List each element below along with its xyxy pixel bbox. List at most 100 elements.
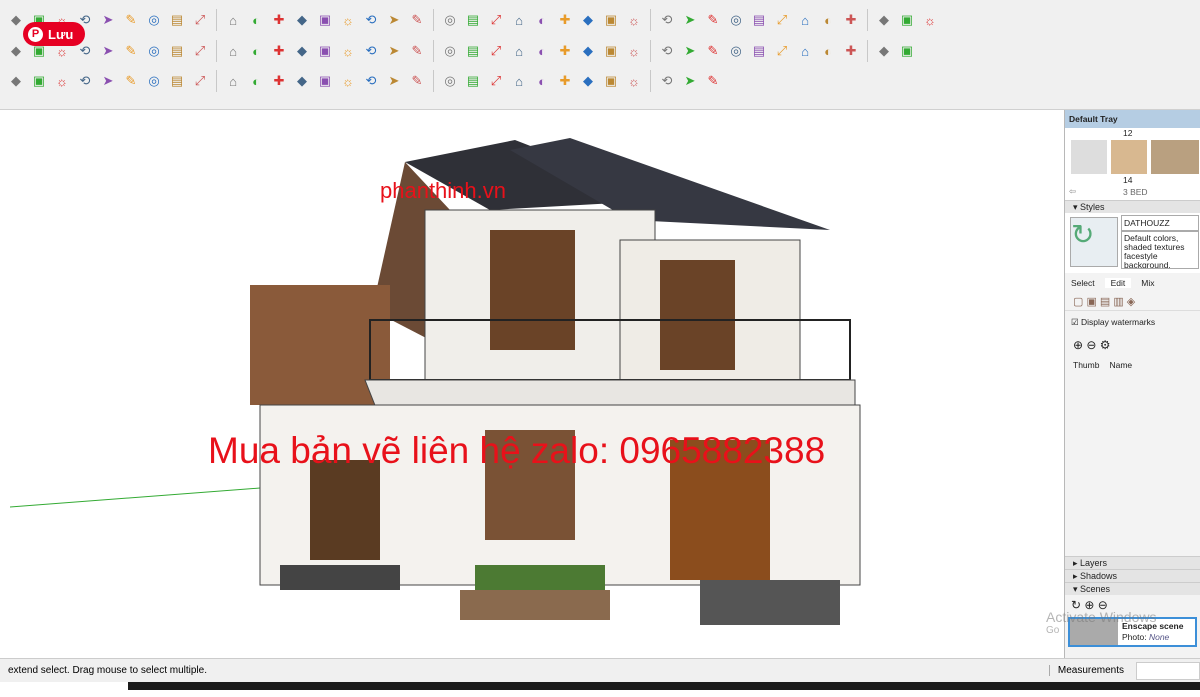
- circle-icon[interactable]: ◐: [246, 10, 266, 30]
- look-around-icon[interactable]: ✚: [555, 10, 575, 30]
- photo-icon[interactable]: ◆: [874, 41, 894, 61]
- sandbox-add-detail-icon[interactable]: ➤: [680, 10, 700, 30]
- scale-icon[interactable]: ◐: [532, 41, 552, 61]
- follow-me-icon[interactable]: ⌂: [509, 41, 529, 61]
- mail-icon[interactable]: ➤: [680, 71, 700, 91]
- tape-icon[interactable]: ◎: [144, 71, 164, 91]
- components-icon[interactable]: ⌂: [795, 10, 815, 30]
- upload-icon[interactable]: ✚: [841, 41, 861, 61]
- protractor-icon[interactable]: ➤: [384, 10, 404, 30]
- text-icon[interactable]: ▣: [315, 10, 335, 30]
- sandbox-drape-icon[interactable]: ⟲: [657, 10, 677, 30]
- tab-edit[interactable]: Edit: [1104, 278, 1132, 288]
- display-watermarks-checkbox[interactable]: ☑ Display watermarks: [1065, 310, 1200, 334]
- landscape-icon[interactable]: ◆: [578, 71, 598, 91]
- orbit-icon[interactable]: ▣: [601, 41, 621, 61]
- pinterest-save-button[interactable]: P Lưu: [23, 22, 85, 46]
- fog-icon[interactable]: ▣: [897, 10, 917, 30]
- scale-icon[interactable]: ✎: [121, 71, 141, 91]
- select-icon[interactable]: ◆: [6, 41, 26, 61]
- materials-icon[interactable]: ◐: [818, 10, 838, 30]
- erase-icon[interactable]: ▤: [749, 41, 769, 61]
- sync-icon[interactable]: ⤢: [486, 71, 506, 91]
- zoom-extents-icon[interactable]: ◆: [292, 71, 312, 91]
- measurements-input[interactable]: [1136, 661, 1200, 680]
- rotate-icon[interactable]: ⤢: [486, 41, 506, 61]
- layout-icon[interactable]: ◎: [440, 71, 460, 91]
- section-icon[interactable]: ✎: [407, 10, 427, 30]
- circle-icon[interactable]: ▣: [315, 41, 335, 61]
- import-icon[interactable]: ➤: [384, 71, 404, 91]
- arc-icon[interactable]: ◐: [246, 41, 266, 61]
- axes-icon[interactable]: ☼: [338, 10, 358, 30]
- paint-icon[interactable]: ⤢: [190, 71, 210, 91]
- position-camera-icon[interactable]: ◆: [578, 10, 598, 30]
- component-thumb[interactable]: [1151, 140, 1199, 174]
- curve-icon[interactable]: ➤: [384, 41, 404, 61]
- edit-settings-icons[interactable]: ▢ ▣ ▤ ▥ ◈: [1065, 293, 1200, 310]
- back-arrow-icon[interactable]: ⇦: [1069, 186, 1076, 197]
- walk-icon[interactable]: ◐: [532, 10, 552, 30]
- share-icon[interactable]: ◐: [818, 41, 838, 61]
- orbit-icon[interactable]: ◎: [440, 10, 460, 30]
- add-icon[interactable]: ◐: [532, 71, 552, 91]
- render-icon[interactable]: ⟲: [361, 71, 381, 91]
- zoom-icon[interactable]: ✚: [269, 71, 289, 91]
- line-icon[interactable]: ⤢: [190, 10, 210, 30]
- sandbox-stamp-icon[interactable]: ☼: [624, 10, 644, 30]
- shape-icon[interactable]: ◆: [292, 41, 312, 61]
- settings-icon[interactable]: ⟲: [657, 71, 677, 91]
- grid-icon[interactable]: ◎: [726, 10, 746, 30]
- 3d-viewport[interactable]: phanthinh.vn Mua bản vẽ liên hệ zalo: 09…: [10, 110, 1064, 658]
- tape-icon[interactable]: ◆: [292, 10, 312, 30]
- warehouse-icon[interactable]: ⤢: [772, 41, 792, 61]
- offset-icon[interactable]: ✎: [407, 41, 427, 61]
- extension-icon[interactable]: ⌂: [795, 41, 815, 61]
- style-refresh-icon[interactable]: ↻: [1070, 217, 1118, 267]
- pencil-icon[interactable]: ⌂: [223, 41, 243, 61]
- pan-icon[interactable]: ☼: [624, 41, 644, 61]
- orbit-icon[interactable]: ⌂: [223, 71, 243, 91]
- dropdown-icon[interactable]: ◆: [6, 71, 26, 91]
- info-icon[interactable]: ✎: [703, 71, 723, 91]
- tree-icon[interactable]: ✚: [555, 71, 575, 91]
- sandbox-smoove-icon[interactable]: ▣: [601, 10, 621, 30]
- axes-icon[interactable]: ▤: [167, 41, 187, 61]
- pan-icon[interactable]: ▤: [463, 10, 483, 30]
- component-icon[interactable]: ✎: [703, 41, 723, 61]
- watermark-controls[interactable]: ⊕ ⊖ ⚙: [1065, 334, 1200, 356]
- polygon-icon[interactable]: ☼: [338, 41, 358, 61]
- text-icon[interactable]: ◎: [144, 41, 164, 61]
- cloud-icon[interactable]: ☼: [624, 71, 644, 91]
- zoom-extents-icon[interactable]: ◆: [578, 41, 598, 61]
- move-icon[interactable]: ◎: [440, 41, 460, 61]
- tab-mix[interactable]: Mix: [1141, 278, 1154, 288]
- shadows-icon[interactable]: ◆: [874, 10, 894, 30]
- pie-icon[interactable]: ⟲: [361, 41, 381, 61]
- styles-header[interactable]: ▾ Styles: [1065, 200, 1200, 213]
- zoom-icon[interactable]: ✚: [555, 41, 575, 61]
- zoom-icon[interactable]: ⤢: [486, 10, 506, 30]
- rotated-rect-icon[interactable]: ◆: [6, 10, 26, 30]
- text-icon[interactable]: ▤: [167, 71, 187, 91]
- rotate-icon[interactable]: ➤: [98, 71, 118, 91]
- explode-icon[interactable]: ⟲: [75, 71, 95, 91]
- zoom-window-icon[interactable]: ⌂: [509, 10, 529, 30]
- component-thumb[interactable]: [1071, 140, 1107, 174]
- 3d-text-icon[interactable]: ⤢: [190, 41, 210, 61]
- terrain-icon[interactable]: ▣: [897, 41, 917, 61]
- component-thumb[interactable]: [1111, 140, 1147, 174]
- from-scratch-icon[interactable]: ⤢: [772, 10, 792, 30]
- scenes-header[interactable]: ▾ Scenes: [1065, 582, 1200, 595]
- enscape-start-icon[interactable]: ▤: [463, 71, 483, 91]
- paint-bucket-icon[interactable]: ◎: [726, 41, 746, 61]
- checker-icon[interactable]: ▣: [601, 71, 621, 91]
- tab-select[interactable]: Select: [1071, 278, 1095, 288]
- move-icon[interactable]: ▣: [29, 71, 49, 91]
- rectangle-icon[interactable]: ✚: [269, 41, 289, 61]
- sandbox-flip-icon[interactable]: ✎: [703, 10, 723, 30]
- follow-me-icon[interactable]: ☼: [52, 71, 72, 91]
- scale-icon[interactable]: ◎: [144, 10, 164, 30]
- layers-header[interactable]: ▸ Layers: [1065, 556, 1200, 569]
- shadows-header[interactable]: ▸ Shadows: [1065, 569, 1200, 582]
